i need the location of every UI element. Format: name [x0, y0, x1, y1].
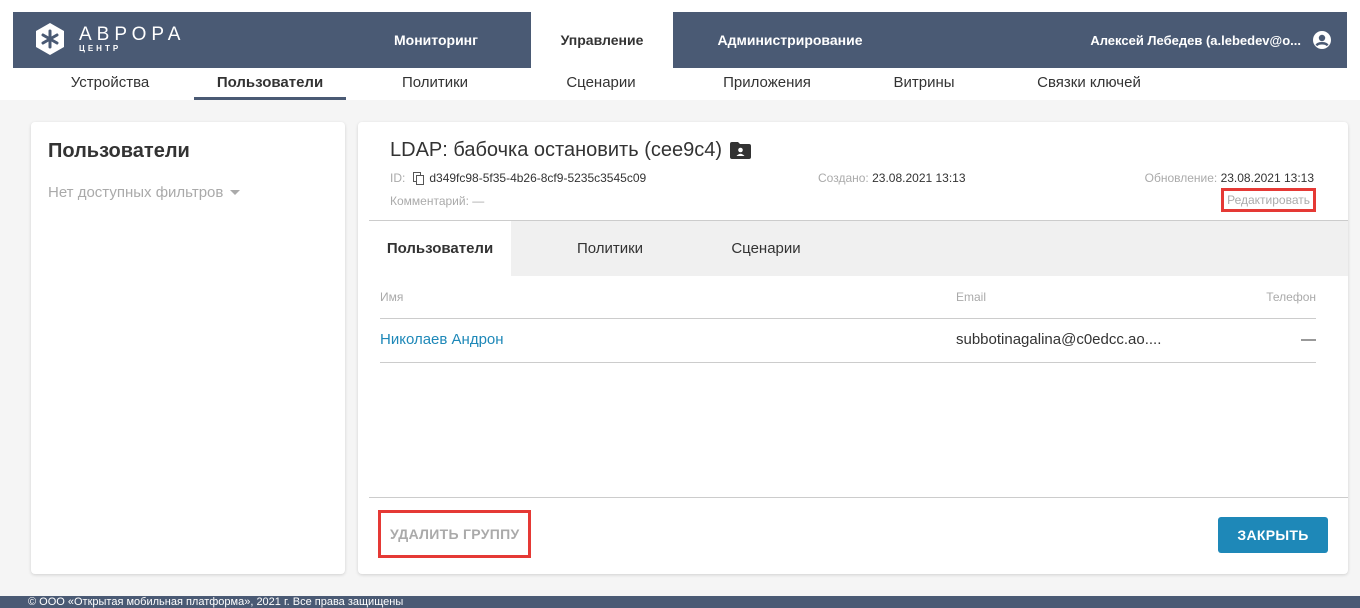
main-navigation: АВРОРА ЦЕНТР Мониторинг Управление Админ… [13, 12, 1347, 68]
logo-subtitle: ЦЕНТР [79, 43, 122, 53]
column-header-email[interactable]: Email [956, 290, 986, 304]
tab-users[interactable]: Пользователи [369, 221, 511, 276]
user-avatar-icon [1313, 31, 1331, 49]
sub-navigation: Устройства Пользователи Политики Сценари… [0, 68, 1360, 100]
close-button[interactable]: ЗАКРЫТЬ [1218, 517, 1328, 553]
delete-group-button[interactable]: УДАЛИТЬ ГРУППУ [378, 510, 532, 558]
detail-tabs: Пользователи Политики Сценарии [369, 220, 1348, 276]
created-value: 23.08.2021 13:13 [872, 171, 966, 185]
logo[interactable]: АВРОРА ЦЕНТР [33, 22, 185, 56]
table-header-divider [380, 318, 1316, 319]
subtab-scenarios[interactable]: Сценарии [536, 68, 666, 100]
user-menu[interactable]: Алексей Лебедев (a.lebedev@o... [1090, 12, 1331, 68]
created-label: Создано: [818, 171, 869, 185]
top-bar: АВРОРА ЦЕНТР Мониторинг Управление Админ… [0, 0, 1360, 68]
actions-divider [369, 497, 1348, 498]
subtab-users[interactable]: Пользователи [194, 68, 346, 100]
subtab-showcases[interactable]: Витрины [864, 68, 984, 100]
aurora-logo-icon [36, 23, 64, 55]
column-header-name[interactable]: Имя [380, 290, 403, 304]
user-name-link[interactable]: Николаев Андрон [380, 331, 504, 348]
group-detail-panel: LDAP: бабочка остановить (cee9c4) ID: d3… [358, 122, 1348, 574]
tab-policies[interactable]: Политики [539, 221, 681, 276]
subtab-applications[interactable]: Приложения [697, 68, 837, 100]
tab-scenarios[interactable]: Сценарии [695, 221, 837, 276]
subtab-keychains[interactable]: Связки ключей [1016, 68, 1162, 100]
filter-panel-title: Пользователи [48, 140, 190, 162]
filter-dropdown[interactable]: Нет доступных фильтров [48, 184, 241, 201]
group-title-text: LDAP: бабочка остановить (cee9c4) [390, 139, 723, 161]
logo-title: АВРОРА [79, 23, 186, 45]
caret-down-icon [230, 190, 241, 195]
footer: © ООО «Открытая мобильная платформа», 20… [0, 596, 1360, 608]
group-id-label: ID: [390, 171, 406, 185]
column-header-phone[interactable]: Телефон [1266, 290, 1316, 304]
copy-icon[interactable] [413, 171, 425, 185]
edit-link[interactable]: Редактировать [1221, 188, 1316, 212]
nav-tab-management[interactable]: Управление [531, 12, 673, 68]
updated-value: 23.08.2021 13:13 [1220, 171, 1314, 185]
group-id-value: d349fc98-5f35-4b26-8cf9-5235c3545c09 [429, 171, 647, 185]
created-date: Создано: 23.08.2021 13:13 [818, 171, 966, 185]
filter-dropdown-label: Нет доступных фильтров [48, 184, 224, 201]
user-phone: — [1301, 331, 1316, 348]
user-name: Алексей Лебедев (a.lebedev@o... [1090, 32, 1301, 48]
user-email: subbotinagalina@c0edcc.ao.... [956, 331, 1162, 348]
filter-panel: Пользователи Нет доступных фильтров [31, 122, 345, 574]
folder-user-icon [730, 142, 752, 159]
group-id: ID: d349fc98-5f35-4b26-8cf9-5235c3545c09 [390, 171, 646, 185]
subtab-devices[interactable]: Устройства [50, 68, 170, 100]
updated-label: Обновление: [1144, 171, 1218, 185]
group-title: LDAP: бабочка остановить (cee9c4) [390, 139, 752, 162]
nav-tab-administration[interactable]: Администрирование [695, 12, 885, 68]
updated-date: Обновление: 23.08.2021 13:13 [1145, 171, 1314, 185]
group-comment: Комментарий: — [390, 194, 485, 208]
nav-tab-monitoring[interactable]: Мониторинг [368, 12, 504, 68]
subtab-policies[interactable]: Политики [370, 68, 500, 100]
table-row-divider [380, 362, 1316, 363]
